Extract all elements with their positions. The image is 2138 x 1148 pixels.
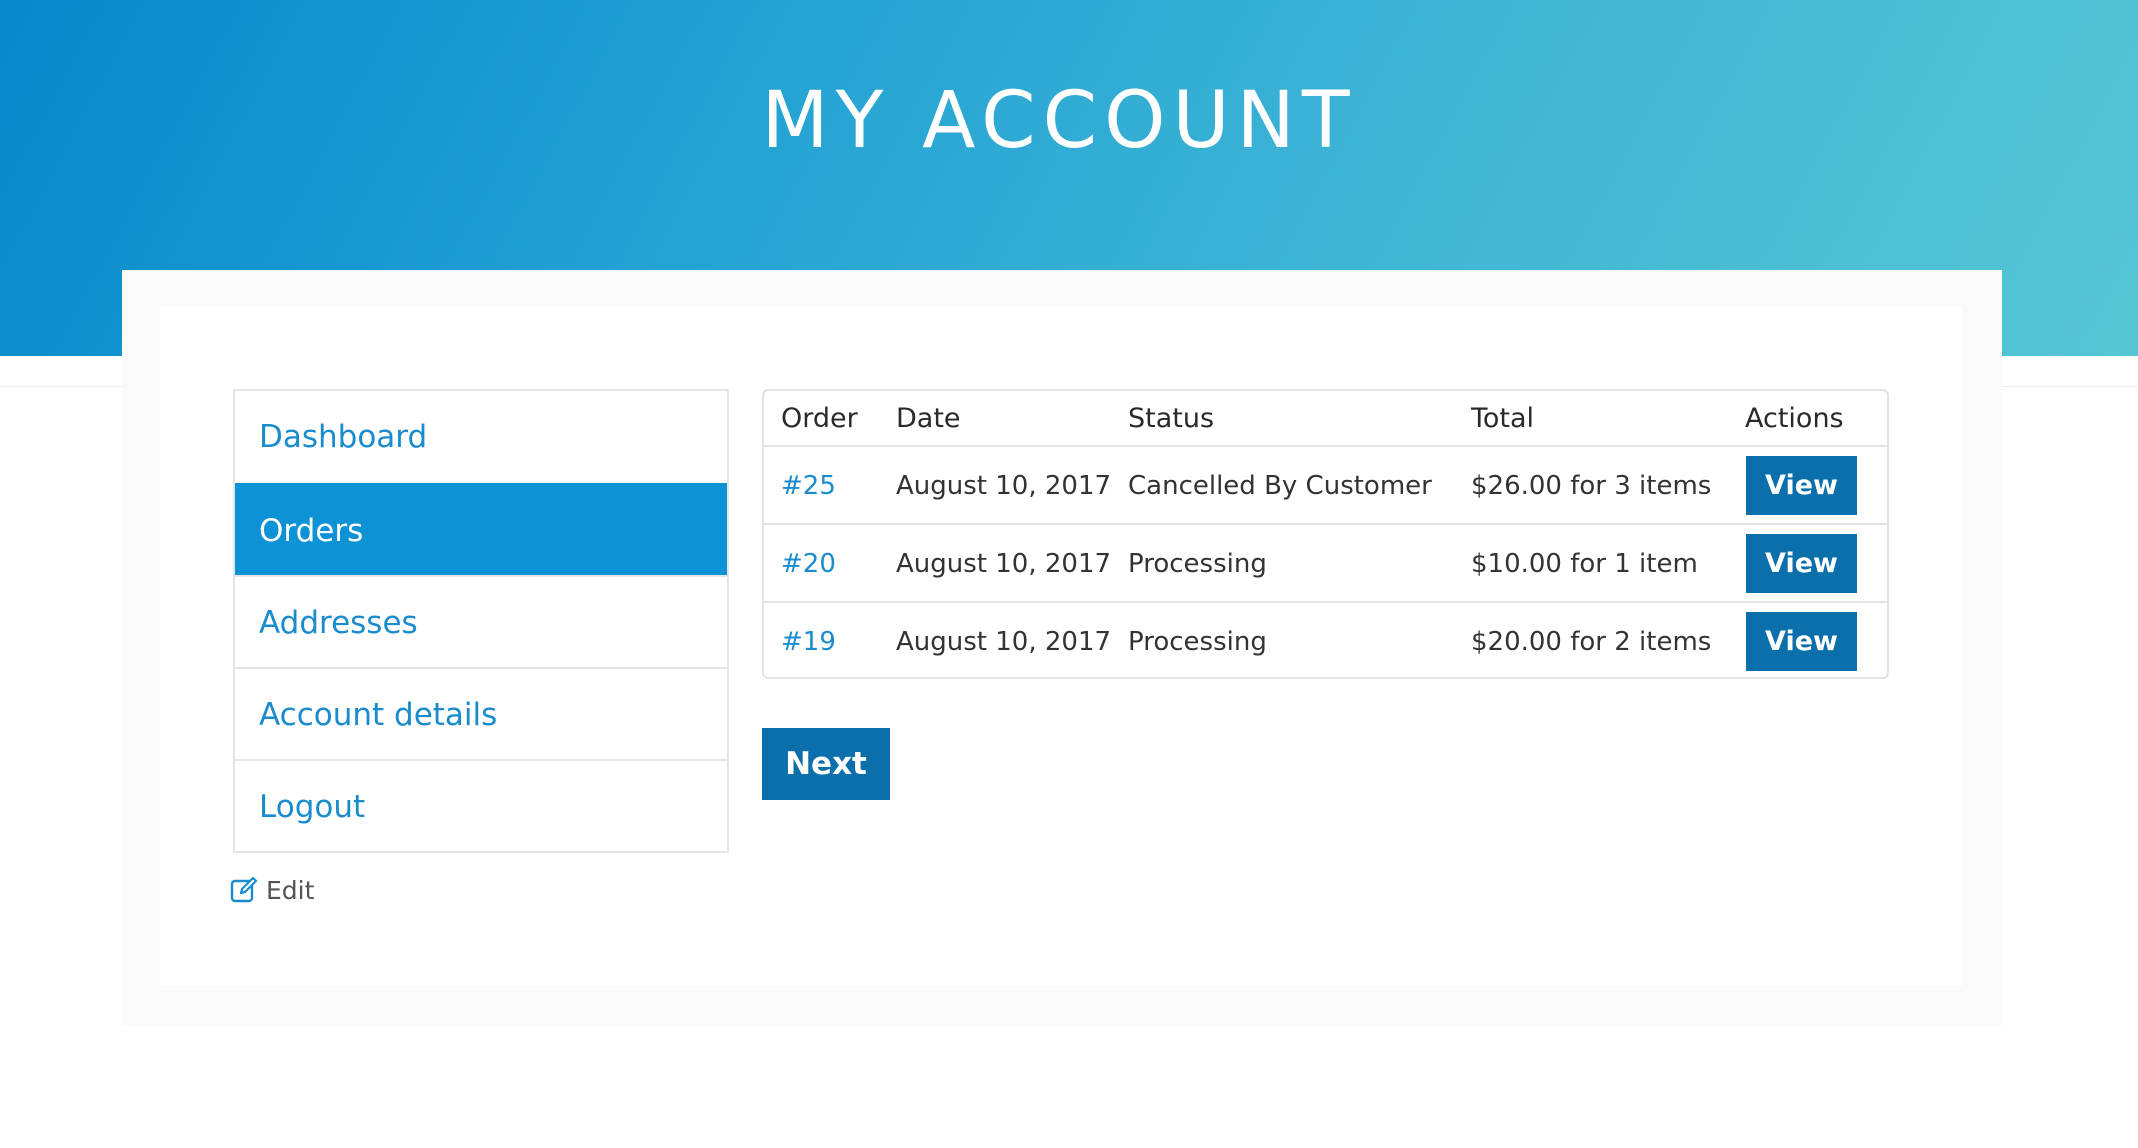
column-header-order: Order <box>781 403 858 434</box>
order-total: $10.00 for 1 item <box>1471 549 1698 579</box>
table-row: #19 August 10, 2017 Processing $20.00 fo… <box>764 603 1887 681</box>
order-date: August 10, 2017 <box>896 627 1112 657</box>
edit-icon <box>230 876 258 904</box>
view-order-button[interactable]: View <box>1746 534 1857 593</box>
edit-label: Edit <box>266 875 315 905</box>
edit-link[interactable]: Edit <box>230 872 314 908</box>
order-status: Processing <box>1128 627 1267 657</box>
account-navigation: Dashboard Orders Addresses Account detai… <box>233 389 729 853</box>
view-order-button[interactable]: View <box>1746 612 1857 671</box>
sidebar-item-dashboard[interactable]: Dashboard <box>235 391 727 483</box>
column-header-actions: Actions <box>1745 403 1844 434</box>
order-number-link[interactable]: #20 <box>781 525 836 603</box>
sidebar-item-orders[interactable]: Orders <box>235 483 727 575</box>
table-row: #25 August 10, 2017 Cancelled By Custome… <box>764 447 1887 525</box>
sidebar-item-logout[interactable]: Logout <box>235 759 727 851</box>
order-status: Cancelled By Customer <box>1128 471 1432 501</box>
view-order-button[interactable]: View <box>1746 456 1857 515</box>
orders-table: Order Date Status Total Actions #25 Augu… <box>762 389 1889 679</box>
order-date: August 10, 2017 <box>896 471 1112 501</box>
table-header-row: Order Date Status Total Actions <box>764 391 1887 447</box>
order-date: August 10, 2017 <box>896 549 1112 579</box>
order-number-link[interactable]: #19 <box>781 603 836 681</box>
column-header-total: Total <box>1471 403 1535 434</box>
page-title: MY ACCOUNT <box>761 76 1357 166</box>
next-page-button[interactable]: Next <box>762 728 890 800</box>
sidebar-item-account-details[interactable]: Account details <box>235 667 727 759</box>
column-header-date: Date <box>896 403 961 434</box>
sidebar-item-addresses[interactable]: Addresses <box>235 575 727 667</box>
order-status: Processing <box>1128 549 1267 579</box>
order-total: $26.00 for 3 items <box>1471 471 1712 501</box>
order-total: $20.00 for 2 items <box>1471 627 1712 657</box>
table-row: #20 August 10, 2017 Processing $10.00 fo… <box>764 525 1887 603</box>
column-header-status: Status <box>1128 403 1215 434</box>
order-number-link[interactable]: #25 <box>781 447 836 525</box>
